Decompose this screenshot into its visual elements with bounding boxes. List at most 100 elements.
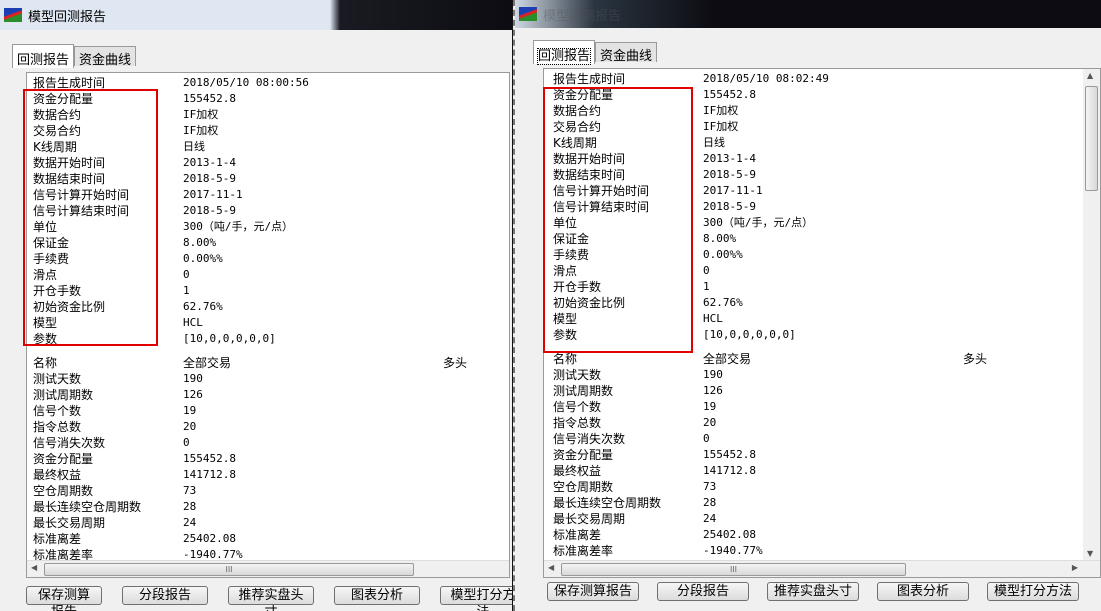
chart-analysis-button[interactable]: 图表分析: [334, 586, 420, 605]
row-label: 手续费: [553, 248, 590, 262]
setting-row: 数据结束时间 2018-5-9: [553, 167, 1100, 183]
stats-row: 指令总数 20: [553, 415, 1100, 431]
save-report-button[interactable]: 保存测算报告: [547, 582, 640, 601]
row-value: 0: [703, 432, 710, 445]
row-label: 数据开始时间: [33, 156, 106, 170]
tab-equity-curve[interactable]: 资金曲线: [74, 46, 137, 68]
segment-report-button[interactable]: 分段报告: [122, 586, 208, 605]
scroll-right-icon[interactable]: ▶: [1072, 563, 1078, 572]
row-label: 信号个数: [33, 404, 82, 418]
row-label: 信号计算开始时间: [33, 188, 130, 202]
setting-row: 单位 300（吨/手，元/点）: [553, 215, 1100, 231]
row-label: 数据合约: [553, 104, 602, 118]
setting-row: 数据合约 IF加权: [553, 103, 1100, 119]
title-bar[interactable]: 模型回测报告: [515, 0, 1101, 28]
row-label: 信号消失次数: [553, 432, 626, 446]
setting-row: 资金分配量 155452.8: [33, 91, 509, 107]
tab-label: 资金曲线: [600, 49, 653, 64]
row-value: IF加权: [703, 120, 739, 133]
tab-equity-curve[interactable]: 资金曲线: [595, 42, 658, 64]
row-label: 单位: [33, 220, 58, 234]
report-list[interactable]: 报告生成时间 2018/05/10 08:02:49 资金分配量 155452.8 数据…: [543, 68, 1101, 578]
row-value: 73: [183, 484, 197, 497]
row-value: 0: [183, 268, 190, 281]
row-value: 28: [183, 500, 197, 513]
title-bar[interactable]: 模型回测报告: [0, 0, 512, 30]
row-label: 信号计算结束时间: [553, 200, 650, 214]
tab-label: 资金曲线: [79, 53, 132, 68]
stats-row: 测试周期数 126: [33, 387, 509, 403]
setting-row: 交易合约 IF加权: [33, 123, 509, 139]
setting-row: 数据合约 IF加权: [33, 107, 509, 123]
tab-backtest-report[interactable]: 回测报告: [12, 44, 75, 68]
row-value: 0.00%%: [703, 248, 743, 261]
row-value: 141712.8: [183, 468, 236, 481]
setting-row: K线周期 日线: [553, 135, 1100, 151]
row-label: K线周期: [553, 136, 597, 150]
row-value: HCL: [183, 316, 203, 329]
row-value: 126: [183, 388, 203, 401]
row-label: 开仓手数: [33, 284, 82, 298]
setting-row: 滑点 0: [553, 263, 1100, 279]
horizontal-scrollbar[interactable]: ◀ III ▶: [544, 560, 1100, 577]
row-label: K线周期: [33, 140, 77, 154]
tab-label: 回测报告: [536, 48, 592, 65]
setting-row: 数据开始时间 2013-1-4: [33, 155, 509, 171]
scroll-left-icon[interactable]: ◀: [31, 563, 37, 572]
window-title: 模型回测报告: [28, 9, 107, 25]
save-report-button[interactable]: 保存测算报告: [26, 586, 102, 611]
row-value: HCL: [703, 312, 723, 325]
row-value: 155452.8: [183, 452, 236, 465]
row-label: 数据结束时间: [33, 172, 106, 186]
row-value: 19: [703, 400, 717, 413]
row-value: 2013-1-4: [703, 152, 756, 165]
tab-bar: 回测报告 资金曲线: [12, 44, 137, 68]
recommend-position-button[interactable]: 推荐实盘头寸: [228, 586, 314, 611]
stats-row: 指令总数 20: [33, 419, 509, 435]
segment-report-button[interactable]: 分段报告: [657, 582, 750, 601]
setting-row: 初始资金比例 62.76%: [33, 299, 509, 315]
backtest-report-window-left: 模型回测报告 回测报告 资金曲线 报告生成时间 2018/05/10 08:00:…: [0, 0, 512, 611]
row-label: 数据结束时间: [553, 168, 626, 182]
action-buttons: 保存测算报告分段报告推荐实盘头寸图表分析模型打分方法: [547, 582, 1080, 601]
setting-row: 手续费 0.00%%: [33, 251, 509, 267]
tab-bar: 回测报告 资金曲线: [533, 40, 658, 65]
setting-row: 开仓手数 1: [33, 283, 509, 299]
row-value: 1: [183, 284, 190, 297]
scoring-method-button[interactable]: 模型打分方法: [987, 582, 1080, 601]
vertical-scrollbar[interactable]: ▲ ▼: [1083, 69, 1100, 560]
col-all-trades: 全部交易: [703, 352, 752, 366]
setting-row: 报告生成时间 2018/05/10 08:00:56: [33, 75, 509, 91]
scroll-thumb[interactable]: III: [561, 563, 906, 576]
scroll-down-icon[interactable]: ▼: [1087, 549, 1093, 558]
setting-row: 模型 HCL: [33, 315, 509, 331]
horizontal-scrollbar[interactable]: ◀ III: [27, 560, 509, 577]
row-value: 62.76%: [703, 296, 743, 309]
setting-row: 报告生成时间 2018/05/10 08:02:49: [553, 71, 1100, 87]
row-value: 155452.8: [703, 448, 756, 461]
row-label: 指令总数: [33, 420, 82, 434]
row-label: 报告生成时间: [33, 76, 106, 90]
row-label: 空仓周期数: [553, 480, 614, 494]
scroll-left-icon[interactable]: ◀: [548, 563, 554, 572]
report-list[interactable]: 报告生成时间 2018/05/10 08:00:56 资金分配量 155452.8 数据…: [26, 72, 510, 578]
setting-row: 数据结束时间 2018-5-9: [33, 171, 509, 187]
setting-row: 参数 [10,0,0,0,0,0]: [553, 327, 1100, 343]
scroll-thumb[interactable]: III: [44, 563, 414, 576]
tab-backtest-report[interactable]: 回测报告: [533, 40, 596, 65]
scroll-up-icon[interactable]: ▲: [1087, 71, 1093, 80]
scoring-method-button[interactable]: 模型打分方法: [440, 586, 512, 611]
stats-row: 最终权益 141712.8: [553, 463, 1100, 479]
stats-row: 标准离差 25402.08: [33, 531, 509, 547]
backtest-report-window-right: 模型回测报告 回测报告 资金曲线 报告生成时间 2018/05/10 08:02:…: [513, 0, 1101, 611]
row-value: IF加权: [183, 124, 219, 137]
row-label: 信号消失次数: [33, 436, 106, 450]
scroll-thumb[interactable]: [1085, 86, 1098, 191]
recommend-position-button[interactable]: 推荐实盘头寸: [767, 582, 860, 601]
chart-analysis-button[interactable]: 图表分析: [877, 582, 970, 601]
setting-row: 滑点 0: [33, 267, 509, 283]
row-label: 开仓手数: [553, 280, 602, 294]
setting-row: K线周期 日线: [33, 139, 509, 155]
row-label: 最终权益: [553, 464, 602, 478]
stats-row: 信号个数 19: [553, 399, 1100, 415]
